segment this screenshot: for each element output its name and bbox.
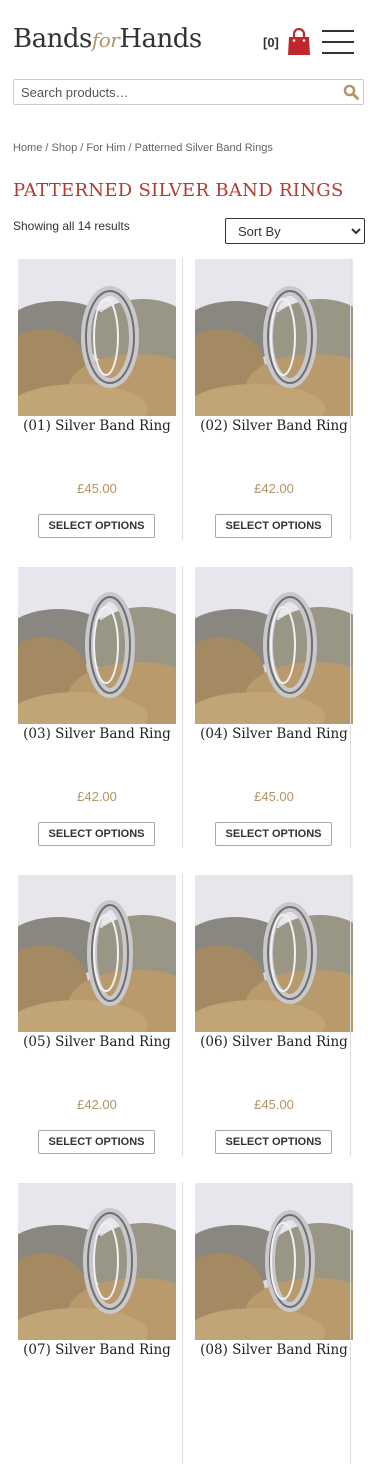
product-price: £45.00 <box>254 789 294 804</box>
card-divider <box>350 258 351 540</box>
card-divider <box>182 566 183 848</box>
product-name[interactable]: (08) Silver Band Ring <box>190 1342 358 1358</box>
product-image[interactable] <box>18 875 176 1032</box>
product-card-4: (04) Silver Band Ring £45.00 SELECT OPTI… <box>190 566 360 856</box>
breadcrumb: Home / Shop / For Him / Patterned Silver… <box>13 142 273 154</box>
logo-hands: Hands <box>119 24 202 54</box>
ring-on-stones-image <box>195 875 353 1032</box>
product-price: £42.00 <box>254 481 294 496</box>
product-image[interactable] <box>195 567 353 724</box>
product-price: £45.00 <box>254 1097 294 1112</box>
sort-select[interactable]: Sort By <box>225 218 365 244</box>
product-name[interactable]: (04) Silver Band Ring <box>190 726 358 742</box>
product-name[interactable]: (02) Silver Band Ring <box>190 418 358 434</box>
select-options-button[interactable]: SELECT OPTIONS <box>38 822 155 846</box>
page-title: PATTERNED SILVER BAND RINGS <box>13 180 344 201</box>
select-options-button[interactable]: SELECT OPTIONS <box>215 514 332 538</box>
ring-on-stones-image <box>195 1183 353 1340</box>
product-name[interactable]: (03) Silver Band Ring <box>13 726 181 742</box>
hamburger-menu-icon[interactable] <box>322 30 354 56</box>
card-divider <box>182 1182 183 1464</box>
product-card-5: (05) Silver Band Ring £42.00 SELECT OPTI… <box>13 874 183 1164</box>
card-divider <box>350 1182 351 1464</box>
ring-on-stones-image <box>18 567 176 724</box>
product-price: £42.00 <box>77 1097 117 1112</box>
card-divider <box>182 874 183 1156</box>
logo-bands: Bands <box>13 24 92 54</box>
logo-for: for <box>91 28 120 52</box>
product-card-6: (06) Silver Band Ring £45.00 SELECT OPTI… <box>190 874 360 1164</box>
breadcrumb-for-him[interactable]: For Him <box>86 142 125 154</box>
product-card-2: (02) Silver Band Ring £42.00 SELECT OPTI… <box>190 258 360 548</box>
card-divider <box>350 566 351 848</box>
product-name[interactable]: (05) Silver Band Ring <box>13 1034 181 1050</box>
product-card-1: (01) Silver Band Ring £45.00 SELECT OPTI… <box>13 258 183 548</box>
shopping-bag-icon[interactable] <box>287 28 311 56</box>
product-price: £42.00 <box>77 789 117 804</box>
product-image[interactable] <box>195 875 353 1032</box>
product-image[interactable] <box>18 567 176 724</box>
cart-count[interactable]: [0] <box>263 35 279 50</box>
product-image[interactable] <box>195 1183 353 1340</box>
product-card-8: (08) Silver Band Ring <box>190 1182 360 1472</box>
site-header: BandsforHands [0] <box>0 0 378 80</box>
ring-on-stones-image <box>18 875 176 1032</box>
select-options-button[interactable]: SELECT OPTIONS <box>215 1130 332 1154</box>
ring-on-stones-image <box>195 259 353 416</box>
select-options-button[interactable]: SELECT OPTIONS <box>38 1130 155 1154</box>
search-icon[interactable] <box>343 84 359 100</box>
breadcrumb-current: Patterned Silver Band Rings <box>134 142 273 154</box>
product-image[interactable] <box>195 259 353 416</box>
product-name[interactable]: (01) Silver Band Ring <box>13 418 181 434</box>
product-name[interactable]: (06) Silver Band Ring <box>190 1034 358 1050</box>
ring-on-stones-image <box>195 567 353 724</box>
product-image[interactable] <box>18 1183 176 1340</box>
result-count: Showing all 14 results <box>13 219 130 233</box>
search-input[interactable] <box>14 80 334 104</box>
card-divider <box>350 874 351 1156</box>
breadcrumb-home[interactable]: Home <box>13 142 42 154</box>
select-options-button[interactable]: SELECT OPTIONS <box>215 822 332 846</box>
product-name[interactable]: (07) Silver Band Ring <box>13 1342 181 1358</box>
ring-on-stones-image <box>18 259 176 416</box>
product-card-7: (07) Silver Band Ring <box>13 1182 183 1472</box>
site-logo[interactable]: BandsforHands <box>13 24 202 54</box>
product-card-3: (03) Silver Band Ring £42.00 SELECT OPTI… <box>13 566 183 856</box>
breadcrumb-shop[interactable]: Shop <box>52 142 78 154</box>
ring-on-stones-image <box>18 1183 176 1340</box>
product-price: £45.00 <box>77 481 117 496</box>
product-image[interactable] <box>18 259 176 416</box>
search-bar <box>13 79 364 105</box>
select-options-button[interactable]: SELECT OPTIONS <box>38 514 155 538</box>
card-divider <box>182 258 183 540</box>
